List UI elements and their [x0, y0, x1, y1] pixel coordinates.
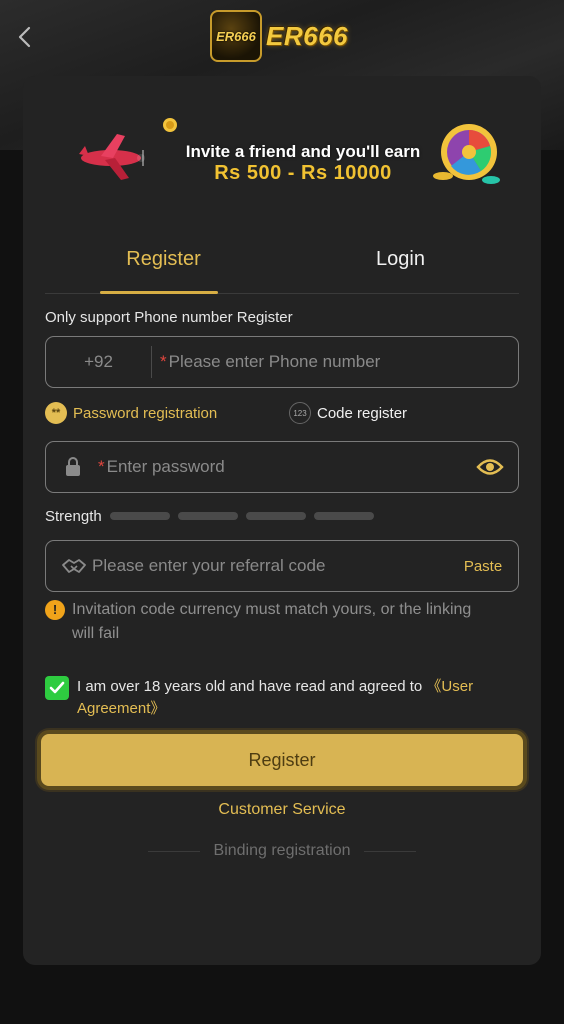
binding-registration-label: Binding registration [213, 842, 351, 859]
register-button[interactable]: Register [37, 730, 527, 790]
tab-login[interactable]: Login [282, 244, 519, 294]
agreement-text: I am over 18 years old and have read and… [77, 678, 427, 695]
strength-bar [109, 512, 170, 520]
binding-registration-link[interactable]: Binding registration [141, 840, 423, 862]
auth-tabs: Register Login [45, 244, 519, 294]
strength-bar [245, 512, 306, 520]
register-hint: Only support Phone number Register [45, 309, 293, 326]
register-mode-selector: ** Password registration 123 Code regist… [45, 402, 519, 428]
numbers-icon: 123 [289, 402, 311, 424]
logo-text: ER666 [266, 20, 348, 51]
banner-title: Invite a friend and you'll earn [185, 142, 421, 161]
coin-sparkle-icon [163, 118, 177, 132]
password-field[interactable]: * [45, 441, 519, 493]
agreement-checkbox[interactable] [45, 676, 69, 700]
divider [364, 850, 417, 852]
back-button[interactable] [10, 22, 40, 52]
agreement-text-wrap: I am over 18 years old and have read and… [77, 676, 515, 720]
register-card: Invite a friend and you'll earn Rs 500 -… [23, 76, 541, 965]
phone-field[interactable]: +92 * [45, 336, 519, 388]
password-input[interactable] [104, 457, 462, 477]
eye-icon[interactable] [462, 458, 518, 476]
checkmark-icon [49, 681, 65, 694]
referral-code-input[interactable] [92, 556, 448, 576]
strength-bar [313, 512, 374, 520]
customer-service-link[interactable]: Customer Service [23, 801, 541, 819]
required-mark: * [98, 457, 105, 476]
password-registration-option[interactable]: ** Password registration [45, 402, 217, 424]
phone-input[interactable] [166, 352, 518, 372]
code-register-option[interactable]: 123 Code register [289, 402, 407, 424]
divider [147, 850, 200, 852]
password-registration-label: Password registration [73, 404, 218, 422]
banner-amount: Rs 500 - Rs 10000 [214, 162, 392, 184]
prize-wheel-icon [433, 124, 500, 184]
warning-text: Invitation code currency must match your… [72, 601, 472, 642]
handshake-icon [46, 557, 92, 575]
paste-button[interactable]: Paste [448, 558, 518, 575]
referral-field[interactable]: Paste [45, 540, 519, 592]
airplane-icon [79, 134, 145, 180]
logo-badge: ER666 [210, 10, 262, 62]
age-agreement: I am over 18 years old and have read and… [45, 676, 515, 720]
lock-icon [46, 457, 86, 477]
chevron-left-icon [18, 26, 31, 48]
strength-bar [177, 512, 238, 520]
country-code[interactable]: +92 [46, 346, 152, 378]
invite-banner[interactable]: Invite a friend and you'll earn Rs 500 -… [43, 106, 521, 196]
header: ER666 ER666 [0, 0, 564, 76]
warning-icon: ! [45, 600, 65, 620]
required-mark: * [160, 352, 167, 371]
currency-warning: ! Invitation code currency must match yo… [45, 598, 485, 646]
strength-label: Strength [45, 507, 102, 525]
password-strength: Strength [45, 506, 374, 526]
active-tab-indicator [100, 291, 218, 294]
tab-register[interactable]: Register [45, 244, 282, 294]
logo: ER666 ER666 [210, 10, 348, 62]
code-register-label: Code register [317, 404, 408, 422]
password-dots-icon: ** [45, 402, 67, 424]
